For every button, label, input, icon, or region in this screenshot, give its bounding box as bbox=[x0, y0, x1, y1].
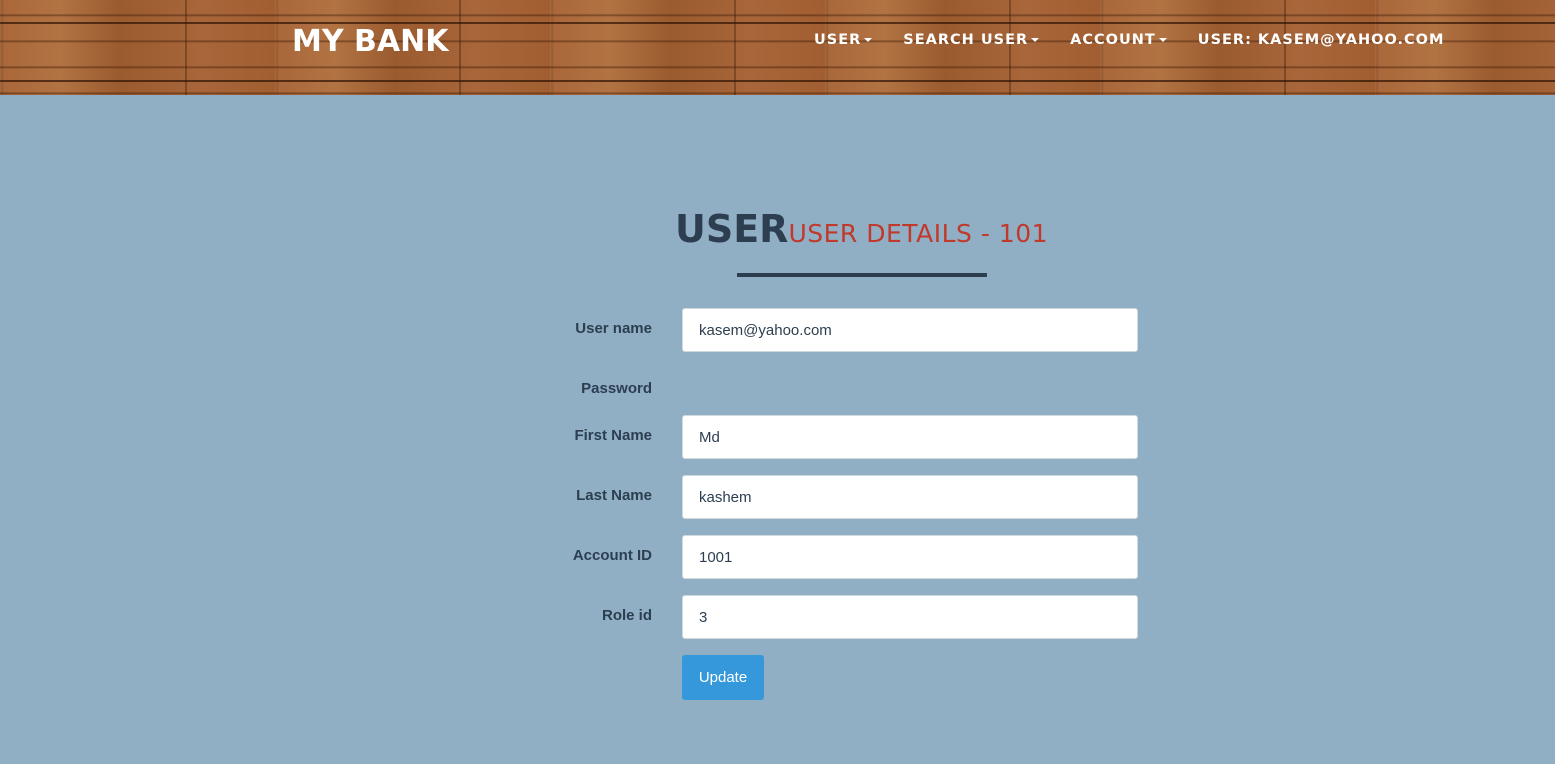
nav-account-label: ACCOUNT bbox=[1070, 32, 1156, 48]
form-row-username: User name bbox=[560, 308, 1140, 352]
nav-current-user-link[interactable]: USER: KASEM@YAHOO.COM bbox=[1198, 32, 1445, 48]
page-title-main: USER bbox=[674, 207, 789, 251]
nav-search-user-dropdown[interactable]: SEARCH USER bbox=[903, 32, 1040, 48]
form-row-last-name: Last Name bbox=[560, 475, 1140, 519]
last-name-label: Last Name bbox=[576, 487, 652, 504]
role-id-input[interactable] bbox=[682, 595, 1138, 639]
nav-current-user-label: USER: KASEM@YAHOO.COM bbox=[1197, 32, 1445, 48]
wood-plank-line bbox=[0, 22, 1555, 24]
nav-user-label: USER bbox=[814, 32, 862, 48]
page-subtitle: USER DETAILS - 101 bbox=[788, 219, 1048, 248]
top-navbar: MY BANK USER SEARCH USER ACCOUNT USER: K… bbox=[0, 0, 1555, 95]
account-id-label: Account ID bbox=[572, 547, 652, 564]
nav-search-user-label: SEARCH USER bbox=[903, 32, 1029, 48]
wood-plank-line bbox=[0, 80, 1555, 82]
main-nav: USER SEARCH USER ACCOUNT USER: KASEM@YAH… bbox=[814, 32, 1444, 48]
caret-down-icon bbox=[1031, 38, 1040, 42]
brand-logo-link[interactable]: MY BANK bbox=[292, 24, 448, 59]
first-name-label: First Name bbox=[574, 427, 652, 444]
form-row-account-id: Account ID bbox=[560, 535, 1140, 579]
form-row-password: Password bbox=[560, 368, 1140, 412]
title-divider bbox=[737, 273, 987, 277]
username-input[interactable] bbox=[682, 308, 1138, 352]
username-label: User name bbox=[575, 320, 652, 337]
first-name-input[interactable] bbox=[682, 415, 1138, 459]
form-row-role-id: Role id bbox=[560, 595, 1140, 639]
page-title: USERUSER DETAILS - 101 bbox=[0, 207, 1555, 251]
form-row-first-name: First Name bbox=[560, 415, 1140, 459]
nav-user-dropdown[interactable]: USER bbox=[814, 32, 873, 48]
role-id-label: Role id bbox=[601, 607, 652, 624]
caret-down-icon bbox=[864, 38, 873, 42]
update-button[interactable]: Update bbox=[682, 655, 764, 700]
password-label: Password bbox=[581, 380, 652, 397]
nav-account-dropdown[interactable]: ACCOUNT bbox=[1070, 32, 1167, 48]
caret-down-icon bbox=[1158, 38, 1167, 42]
last-name-input[interactable] bbox=[682, 475, 1138, 519]
account-id-input[interactable] bbox=[682, 535, 1138, 579]
